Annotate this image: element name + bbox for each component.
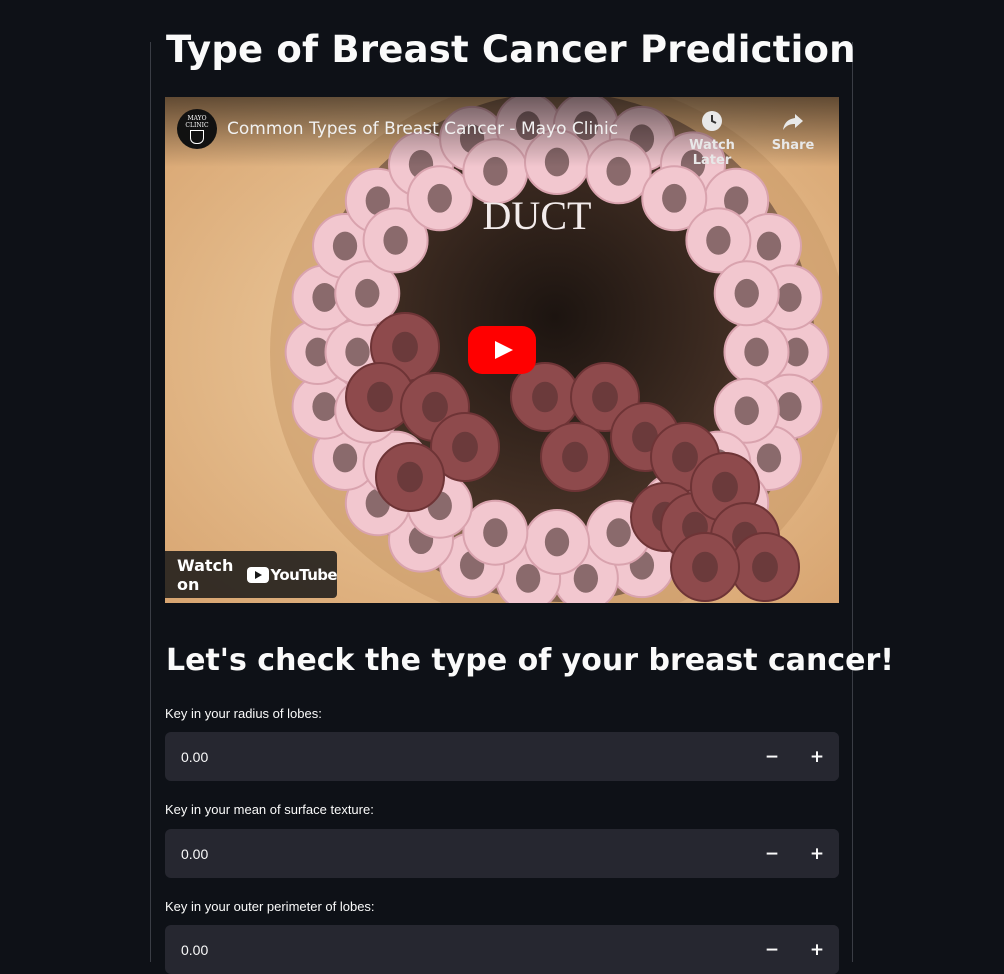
cell-nucleus	[706, 225, 731, 255]
cell-nucleus	[397, 461, 423, 493]
cell-nucleus	[562, 441, 588, 473]
share-arrow-icon	[783, 114, 803, 130]
play-button[interactable]	[468, 326, 536, 374]
section-heading: Let's check the type of your breast canc…	[166, 643, 894, 678]
left-column-divider	[150, 42, 151, 962]
cell-nucleus	[332, 231, 358, 261]
cell-nucleus	[392, 331, 418, 363]
cell-nucleus	[312, 283, 337, 312]
perimeter-number-input: − +	[165, 925, 839, 974]
cell-nucleus	[573, 563, 599, 593]
youtube-wordmark: YouTube	[270, 565, 338, 584]
cell-nucleus	[544, 527, 570, 557]
channel-logo-text: MAYO CLINIC	[185, 114, 209, 129]
texture-number-input: − +	[165, 829, 839, 878]
clock-icon	[702, 111, 722, 131]
cell-nucleus	[777, 283, 802, 312]
cell-nucleus	[332, 443, 358, 473]
cell-nucleus	[752, 551, 778, 583]
perimeter-label: Key in your outer perimeter of lobes:	[165, 899, 375, 914]
shield-icon	[190, 129, 204, 144]
cell-nucleus	[532, 381, 558, 413]
right-column-divider	[852, 42, 853, 962]
cell-nucleus	[592, 381, 618, 413]
texture-label: Key in your mean of surface texture:	[165, 802, 374, 817]
cell-nucleus	[734, 396, 759, 426]
cell-nucleus	[712, 471, 738, 503]
watch-on-label: Watch on	[177, 555, 234, 594]
cell-nucleus	[483, 518, 508, 548]
cell-nucleus	[345, 337, 370, 367]
texture-increment-button[interactable]: +	[795, 829, 839, 878]
cell-nucleus	[422, 391, 448, 423]
watch-later-button[interactable]: Watch Later	[672, 109, 752, 168]
video-title[interactable]: Common Types of Breast Cancer - Mayo Cli…	[227, 119, 618, 139]
cell-nucleus	[427, 183, 452, 213]
cell-nucleus	[756, 231, 782, 261]
cell-nucleus	[692, 551, 718, 583]
cell-nucleus	[744, 337, 769, 367]
radius-label: Key in your radius of lobes:	[165, 706, 322, 721]
watch-on-youtube-button[interactable]: Watch on YouTube	[165, 551, 338, 598]
cell-nucleus	[777, 392, 802, 421]
share-label: Share	[771, 138, 815, 153]
texture-decrement-button[interactable]: −	[750, 829, 794, 878]
cell-nucleus	[515, 563, 541, 593]
cell-nucleus	[367, 381, 393, 413]
radius-decrement-button[interactable]: −	[750, 732, 794, 781]
cell-nucleus	[734, 278, 759, 308]
radius-input[interactable]	[165, 732, 750, 781]
youtube-logo-icon: YouTube	[246, 565, 338, 584]
perimeter-increment-button[interactable]: +	[795, 925, 839, 974]
radius-increment-button[interactable]: +	[795, 732, 839, 781]
perimeter-input[interactable]	[165, 925, 750, 974]
cell-nucleus	[606, 518, 631, 548]
radius-number-input: − +	[165, 732, 839, 781]
youtube-embed[interactable]: DUCT MAYO CLINIC Common Types of Breast …	[165, 97, 839, 603]
page-title: Type of Breast Cancer Prediction	[166, 28, 856, 71]
share-button[interactable]: Share	[765, 109, 821, 153]
channel-logo[interactable]: MAYO CLINIC	[177, 109, 217, 149]
watch-later-label: Watch Later	[689, 138, 735, 168]
cell-nucleus	[452, 431, 478, 463]
cell-nucleus	[383, 225, 408, 255]
cell-nucleus	[756, 443, 782, 473]
cell-nucleus	[312, 392, 337, 421]
duct-caption: DUCT	[483, 193, 592, 238]
perimeter-decrement-button[interactable]: −	[750, 925, 794, 974]
cell-nucleus	[662, 183, 687, 213]
cell-nucleus	[672, 441, 698, 473]
cell-nucleus	[355, 278, 380, 308]
texture-input[interactable]	[165, 829, 750, 878]
youtube-play-icon	[246, 566, 269, 583]
